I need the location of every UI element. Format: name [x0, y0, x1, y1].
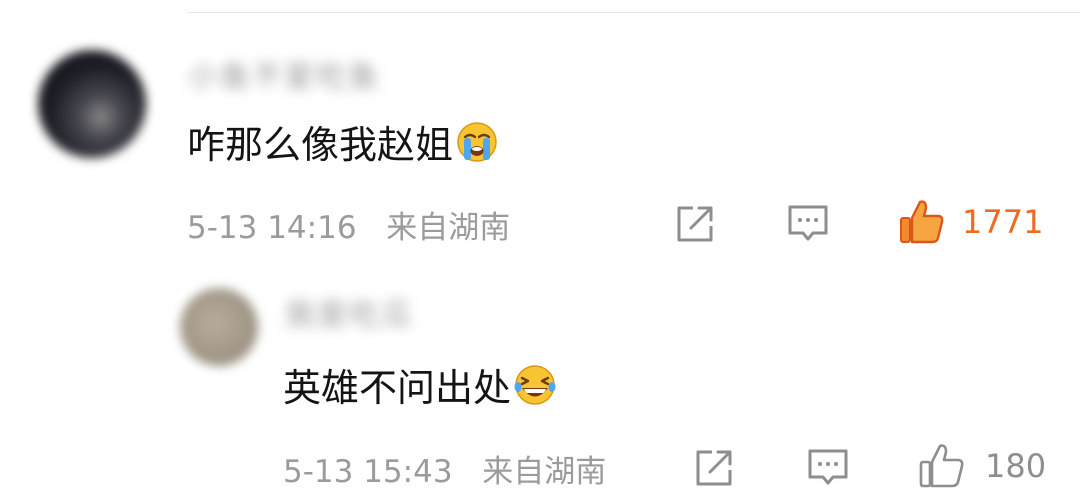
share-icon[interactable]: [673, 202, 717, 246]
like-icon[interactable]: [918, 442, 966, 490]
laughing-face-icon: [514, 364, 556, 405]
comment-text: 英雄不问出处: [283, 357, 557, 412]
avatar[interactable]: [180, 288, 258, 366]
comment-time: 5-13 15:43: [283, 454, 453, 490]
share-icon[interactable]: [692, 446, 736, 490]
comment-body: 咋那么像我赵姐: [187, 123, 454, 167]
avatar[interactable]: [38, 50, 146, 158]
comment-location: 来自湖南: [482, 454, 607, 490]
comment-meta: 5-13 14:16 来自湖南: [187, 202, 510, 247]
comment-icon[interactable]: [786, 202, 830, 246]
comment-time: 5-13 14:16: [187, 210, 357, 246]
comment-body: 英雄不问出处: [283, 366, 512, 410]
crying-face-icon: [457, 121, 497, 162]
comment-meta: 5-13 15:43 来自湖南: [283, 446, 606, 491]
comment-icon[interactable]: [806, 446, 850, 490]
like-icon-active[interactable]: [898, 198, 946, 246]
username[interactable]: 我是吃瓜: [285, 290, 413, 334]
comment-text: 咋那么像我赵姐: [187, 114, 499, 169]
comment-location: 来自湖南: [386, 210, 511, 246]
top-divider: [187, 12, 1080, 13]
like-count: 1771: [962, 203, 1044, 241]
username[interactable]: 小鱼不爱吃鱼: [188, 52, 380, 96]
like-count: 180: [985, 447, 1047, 485]
